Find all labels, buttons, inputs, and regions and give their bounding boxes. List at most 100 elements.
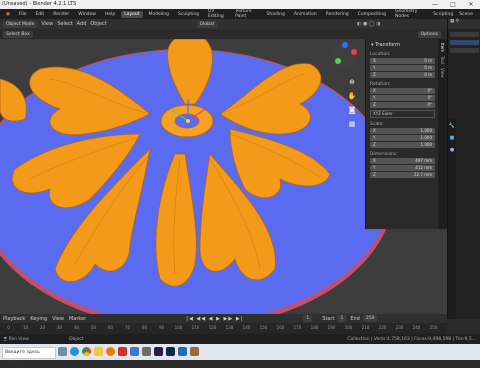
tab-animation[interactable]: Animation [291, 11, 320, 18]
dimensions-x-field[interactable]: X 497 mm [370, 158, 435, 164]
premiere-icon[interactable] [154, 347, 163, 356]
pan-hand-icon[interactable]: ✋ [346, 89, 358, 103]
status-left-text: Pan View [8, 336, 29, 342]
dimensions-z-field[interactable]: Z 22.7 mm [370, 172, 435, 178]
menu-window[interactable]: Window [75, 11, 99, 18]
timeline[interactable]: Playback Keying View Marker |◀ ◀◀ ◀ ▶ ▶▶… [0, 314, 447, 334]
mail-icon[interactable] [178, 347, 187, 356]
zoom-icon[interactable]: ⊕ [346, 75, 358, 89]
frame-tick: 150 [259, 325, 268, 330]
material-icon[interactable]: ● [448, 147, 456, 153]
menu-select[interactable]: Select [57, 21, 72, 27]
tab-item[interactable]: Item [440, 43, 445, 52]
tab-rendering[interactable]: Rendering [323, 11, 352, 18]
viewport-header: Object Mode View Select Add Object Globa… [0, 19, 447, 29]
frame-tick: 10 [22, 325, 29, 330]
menu-object[interactable]: Object [90, 21, 106, 27]
frame-tick: 90 [158, 325, 165, 330]
task-view-icon[interactable] [58, 347, 67, 356]
edge-icon[interactable] [70, 347, 79, 356]
photoshop-icon[interactable] [166, 347, 175, 356]
select-mode-dropdown[interactable]: Select Box [3, 30, 33, 38]
tab-sculpting[interactable]: Sculpting [175, 11, 202, 18]
frame-tick: 40 [73, 325, 80, 330]
rotation-y-field[interactable]: Y 0° [370, 95, 435, 101]
scale-x-field[interactable]: X 1.000 [370, 128, 435, 134]
properties-tab-strip[interactable]: 🔧 ■ ● [448, 119, 456, 319]
frame-tick: 220 [378, 325, 387, 330]
frame-ruler[interactable]: 0 10 20 30 40 50 60 70 80 90 100 110 120 130 140 150 160… [0, 323, 447, 332]
viewport-shading-icons[interactable]: ◐ ● ◯ ◑ [357, 21, 380, 27]
tab-tool[interactable]: Tool [440, 56, 445, 64]
menu-add[interactable]: Add [77, 21, 87, 27]
transform-section-header[interactable]: ▾ Transform [366, 42, 439, 48]
chrome-icon[interactable] [82, 347, 91, 356]
taskbar-search-box[interactable]: Введите здесь запрос [2, 347, 56, 365]
tab-scripting[interactable]: Scripting [430, 11, 456, 18]
menu-timeline-view[interactable]: View [52, 316, 64, 322]
transform-orientation-dropdown[interactable]: Global [196, 20, 218, 28]
frame-tick: 130 [225, 325, 234, 330]
outliner-header[interactable]: ▦ ⚲ [448, 19, 480, 29]
options-dropdown[interactable]: Options [417, 30, 441, 38]
frame-tick: 110 [191, 325, 200, 330]
minimize-button[interactable]: — [426, 0, 444, 9]
menu-file[interactable]: File [16, 11, 30, 18]
frame-tick: 80 [141, 325, 148, 330]
end-label: End [350, 315, 360, 322]
tab-modeling[interactable]: Modeling [146, 11, 172, 18]
frame-tick: 140 [242, 325, 251, 330]
outliner-row-selected[interactable] [450, 40, 479, 45]
location-y-field[interactable]: Y0 m [370, 65, 435, 71]
maximize-button[interactable]: □ [444, 0, 462, 9]
rotation-label: Rotation: [370, 82, 391, 87]
tab-view[interactable]: View [440, 68, 445, 78]
menu-help[interactable]: Help [102, 11, 118, 18]
start-frame-field[interactable]: 1 [337, 315, 347, 322]
rotation-x-field[interactable]: X 0° [370, 88, 435, 94]
current-frame-field[interactable]: 1 [303, 315, 313, 322]
frame-tick: 50 [90, 325, 97, 330]
blender-taskbar-icon[interactable] [106, 347, 115, 356]
file-explorer-icon[interactable] [94, 347, 103, 356]
camera-icon[interactable]: ◙ [346, 103, 358, 117]
menu-view[interactable]: View [41, 21, 53, 27]
frame-tick: 210 [361, 325, 370, 330]
menu-playback[interactable]: Playback [3, 316, 25, 322]
cube-app-icon[interactable] [190, 347, 199, 356]
scale-z-field[interactable]: Z 1.000 [370, 142, 435, 148]
outliner-properties-column: ▦ ⚲ 🔧 ■ ● [447, 19, 480, 319]
scissors-icon[interactable] [142, 347, 151, 356]
outliner-row[interactable] [450, 48, 479, 53]
tab-compositing[interactable]: Compositing [355, 11, 389, 18]
frame-tick: 240 [412, 325, 421, 330]
blender-logo-icon[interactable]: ◉ [3, 11, 13, 18]
navigation-gizmo[interactable] [330, 41, 360, 71]
playback-controls[interactable]: |◀ ◀◀ ◀ ▶ ▶▶ ▶| [186, 316, 243, 322]
end-frame-field[interactable]: 250 [362, 315, 378, 322]
scale-y-field[interactable]: Y 1.000 [370, 135, 435, 141]
object-properties-icon[interactable]: ■ [448, 135, 456, 141]
perspective-grid-icon[interactable]: ▦ [346, 117, 358, 131]
scene-selector[interactable]: Scene [456, 11, 476, 18]
location-x-field[interactable]: X0 m [370, 58, 435, 64]
close-button[interactable]: ✕ [462, 0, 480, 9]
wrench-icon[interactable]: 🔧 [448, 123, 456, 129]
tab-shading[interactable]: Shading [264, 11, 288, 18]
store-icon[interactable] [130, 347, 139, 356]
mode-dropdown[interactable]: Object Mode [3, 20, 38, 28]
menu-render[interactable]: Render [50, 11, 72, 18]
dimensions-label: Dimensions: [370, 152, 398, 157]
menu-edit[interactable]: Edit [32, 11, 47, 18]
rotation-mode-dropdown[interactable]: XYZ Euler [370, 110, 435, 118]
rotation-z-field[interactable]: Z 0° [370, 102, 435, 108]
pdf-reader-icon[interactable] [118, 347, 127, 356]
frame-tick: 180 [310, 325, 319, 330]
dimensions-y-field[interactable]: Y 412 mm [370, 165, 435, 171]
menu-marker[interactable]: Marker [69, 316, 86, 322]
location-z-field[interactable]: Z0 m [370, 72, 435, 78]
tab-layout[interactable]: Layout [121, 10, 143, 18]
frame-tick: 160 [276, 325, 285, 330]
outliner-row[interactable] [450, 32, 479, 37]
menu-keying[interactable]: Keying [30, 316, 47, 322]
